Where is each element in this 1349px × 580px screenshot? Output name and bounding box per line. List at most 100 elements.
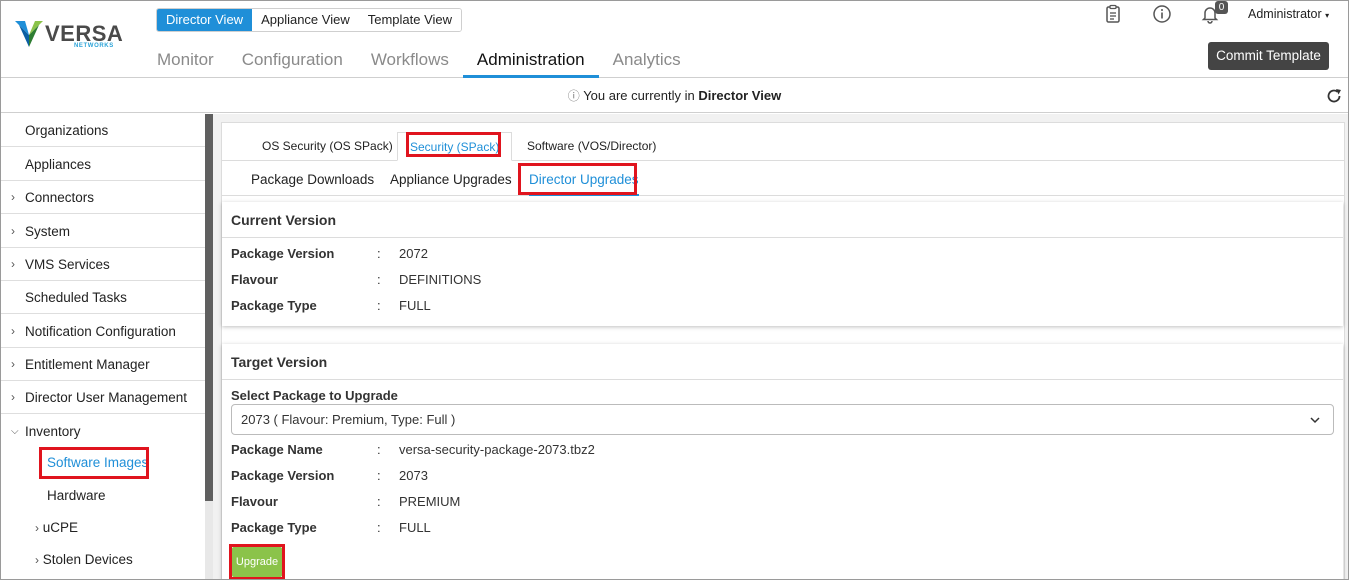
tab-director-upgrades[interactable]: Director Upgrades — [529, 162, 639, 196]
package-select-value: 2073 ( Flavour: Premium, Type: Full ) — [241, 412, 456, 427]
sidebar-item-scheduled-tasks[interactable]: Scheduled Tasks — [1, 281, 205, 314]
sidebar-item-label: Inventory — [25, 424, 81, 439]
sidebar-item-vms-services[interactable]: › VMS Services — [1, 248, 205, 281]
nav-monitor[interactable]: Monitor — [143, 41, 228, 78]
sidebar-subitem-software-images[interactable]: Software Images — [47, 448, 148, 478]
clipboard-icon[interactable] — [1103, 4, 1123, 24]
row-sep: : — [377, 468, 381, 483]
software-images-panel: OS Security (OS SPack) Security (SPack) … — [221, 122, 1345, 579]
view-switch: Director View Appliance View Template Vi… — [156, 8, 463, 32]
notification-badge: 0 — [1215, 1, 1228, 14]
sidebar-item-label: System — [25, 224, 71, 239]
director-view-button[interactable]: Director View — [157, 9, 253, 31]
select-package-label: Select Package to Upgrade — [231, 388, 398, 403]
tab-appliance-upgrades[interactable]: Appliance Upgrades — [390, 162, 512, 196]
action-tabs: Package Downloads Appliance Upgrades Dir… — [222, 162, 1344, 196]
commit-template-button[interactable]: Commit Template — [1208, 42, 1329, 70]
sidebar-item-label: Entitlement Manager — [25, 357, 150, 372]
chevron-right-icon: › — [35, 521, 39, 535]
row-value: 2073 — [399, 468, 428, 483]
sidebar-item-label: Appliances — [25, 157, 92, 172]
user-menu-label: Administrator — [1248, 7, 1322, 21]
sidebar-subitem-label: Stolen Devices — [42, 552, 133, 567]
sidebar-item-label: VMS Services — [25, 257, 110, 272]
tab-package-downloads[interactable]: Package Downloads — [251, 162, 374, 196]
chevron-right-icon: › — [11, 324, 15, 338]
sidebar-scroll-track — [205, 501, 213, 579]
nav-analytics[interactable]: Analytics — [599, 41, 695, 78]
caret-down-icon: ▾ — [1325, 11, 1330, 20]
nav-configuration[interactable]: Configuration — [228, 41, 357, 78]
sidebar-item-label: Director User Management — [25, 390, 188, 405]
main-nav: Monitor Configuration Workflows Administ… — [143, 41, 695, 78]
sidebar-item-appliances[interactable]: Appliances — [1, 148, 205, 181]
view-banner: ⓘ You are currently in Director View — [1, 79, 1348, 113]
nav-workflows[interactable]: Workflows — [357, 41, 463, 78]
sidebar-item-label: Connectors — [25, 190, 95, 205]
row-value: PREMIUM — [399, 494, 461, 509]
row-value: DEFINITIONS — [399, 272, 482, 287]
nav-administration[interactable]: Administration — [462, 41, 599, 78]
user-menu[interactable]: Administrator ▾ — [1248, 7, 1329, 21]
info-icon[interactable] — [1152, 4, 1172, 24]
row-value: FULL — [399, 520, 431, 535]
target-version-card: Target Version Select Package to Upgrade… — [222, 344, 1343, 579]
row-sep: : — [377, 298, 381, 313]
row-sep: : — [377, 520, 381, 535]
sidebar-item-label: Scheduled Tasks — [25, 290, 127, 305]
row-key: Package Version — [231, 468, 335, 483]
row-key: Package Version — [231, 246, 335, 261]
chevron-right-icon: › — [11, 224, 15, 238]
sidebar-item-organizations[interactable]: Organizations — [1, 114, 205, 147]
chevron-down-icon: ⌵ — [11, 426, 19, 437]
row-sep: : — [377, 246, 381, 261]
chevron-right-icon: › — [11, 257, 15, 271]
sidebar-item-label: Organizations — [25, 123, 109, 138]
row-key: Flavour — [231, 272, 278, 287]
sidebar-scrollbar[interactable] — [205, 114, 213, 501]
sidebar-item-system[interactable]: › System — [1, 215, 205, 248]
sidebar: Organizations Appliances › Connectors › … — [1, 114, 213, 579]
row-value: FULL — [399, 298, 431, 313]
row-key: Flavour — [231, 494, 278, 509]
sidebar-item-connectors[interactable]: › Connectors — [1, 181, 205, 214]
sidebar-item-entitlement-manager[interactable]: › Entitlement Manager — [1, 348, 205, 381]
sidebar-item-inventory[interactable]: ⌵ Inventory — [1, 415, 205, 448]
chevron-right-icon: › — [11, 190, 15, 204]
refresh-icon[interactable] — [1325, 87, 1343, 105]
chevron-down-icon — [1310, 417, 1320, 424]
tab-security-spack[interactable]: Security (SPack) — [397, 132, 513, 161]
sidebar-item-notification-configuration[interactable]: › Notification Configuration — [1, 315, 205, 348]
row-key: Package Name — [231, 442, 323, 457]
current-version-title: Current Version — [222, 202, 1343, 238]
row-sep: : — [377, 272, 381, 287]
template-view-button[interactable]: Template View — [358, 9, 462, 31]
row-key: Package Type — [231, 298, 317, 313]
chevron-right-icon: › — [11, 390, 15, 404]
sidebar-subitem-label: uCPE — [42, 520, 79, 535]
appliance-view-button[interactable]: Appliance View — [252, 9, 359, 31]
sidebar-subitem-stolen-devices[interactable]: › Stolen Devices — [35, 545, 133, 575]
app-window: VERSA NETWORKS Director View Appliance V… — [0, 0, 1349, 580]
banner-prefix: You are currently in — [583, 88, 695, 103]
sidebar-subitem-ucpe[interactable]: › uCPE — [35, 513, 78, 543]
row-value: versa-security-package-2073.tbz2 — [399, 442, 595, 457]
sidebar-subitem-hardware[interactable]: Hardware — [47, 481, 106, 511]
versa-logo[interactable]: VERSA NETWORKS — [15, 19, 125, 53]
row-sep: : — [377, 442, 381, 457]
chevron-right-icon: › — [11, 357, 15, 371]
package-select[interactable]: 2073 ( Flavour: Premium, Type: Full ) — [231, 404, 1334, 435]
tab-software-vos-director[interactable]: Software (VOS/Director) — [515, 132, 668, 161]
versa-logo-icon — [15, 21, 43, 47]
top-header: VERSA NETWORKS Director View Appliance V… — [1, 1, 1348, 78]
upgrade-button[interactable]: Upgrade — [232, 547, 282, 577]
package-type-tabs: OS Security (OS SPack) Security (SPack) … — [222, 123, 1344, 161]
sidebar-item-director-user-management[interactable]: › Director User Management — [1, 381, 205, 414]
row-sep: : — [377, 494, 381, 509]
banner-view: Director View — [698, 88, 782, 103]
current-version-card: Current Version Package Version : 2072 F… — [222, 202, 1343, 326]
info-circle-icon: ⓘ — [567, 89, 580, 103]
chevron-right-icon: › — [35, 553, 39, 567]
tab-os-security[interactable]: OS Security (OS SPack) — [250, 132, 405, 161]
row-value: 2072 — [399, 246, 428, 261]
